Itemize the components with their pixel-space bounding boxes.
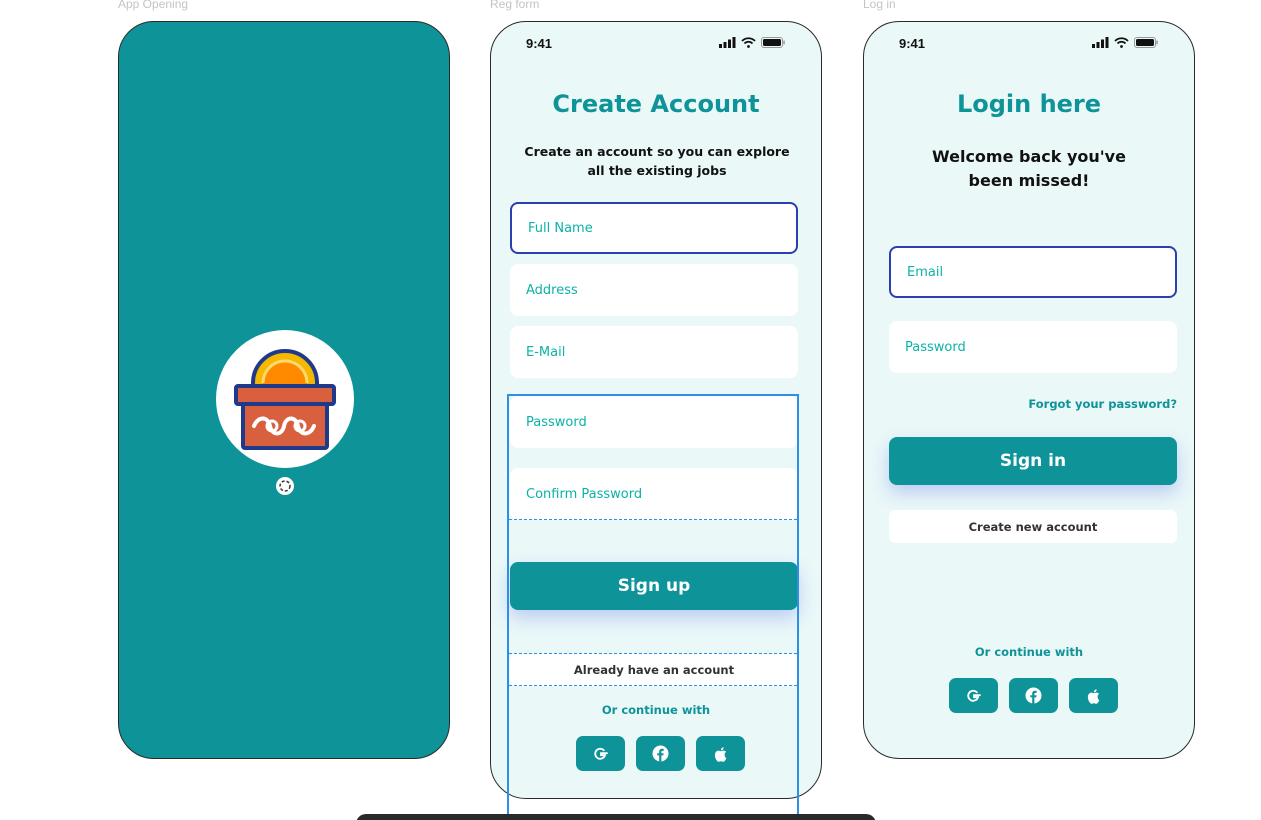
apple-button[interactable] (696, 736, 745, 771)
bottom-toolbar[interactable] (356, 814, 876, 820)
create-account-button[interactable]: Create new account (889, 510, 1177, 543)
battery-icon (761, 37, 785, 48)
apple-icon (1087, 688, 1100, 704)
facebook-icon (1025, 687, 1042, 704)
signal-icon (1092, 37, 1109, 48)
guide-line (509, 685, 797, 686)
battery-icon (1134, 37, 1158, 48)
loading-icon (276, 477, 294, 495)
frame-label-splash: App Opening (118, 0, 189, 11)
password-field[interactable]: Password (510, 396, 798, 448)
continue-with-label: Or continue with (601, 703, 711, 717)
design-canvas: App Opening Reg form Log in 9:41 Create … (0, 0, 1261, 820)
apple-icon (714, 746, 727, 762)
signal-icon (719, 37, 736, 48)
social-login-row (576, 736, 745, 771)
status-time: 9:41 (899, 36, 926, 51)
google-button[interactable] (949, 678, 998, 713)
guide-line (509, 519, 797, 520)
forgot-password-link[interactable]: Forgot your password? (1028, 397, 1177, 411)
address-field[interactable]: Address (510, 264, 798, 316)
status-time: 9:41 (526, 36, 553, 51)
sign-in-button[interactable]: Sign in (889, 437, 1177, 485)
google-button[interactable] (576, 736, 625, 771)
google-icon (966, 689, 981, 702)
login-screen: 9:41 Login here Welcome back you've been… (863, 21, 1195, 759)
google-icon (593, 747, 608, 760)
facebook-button[interactable] (1009, 678, 1058, 713)
app-logo (216, 330, 354, 468)
facebook-button[interactable] (636, 736, 685, 771)
confirm-password-field[interactable]: Confirm Password (510, 468, 798, 520)
register-screen: 9:41 Create Account Create an account so… (490, 21, 822, 799)
status-bar: 9:41 (491, 36, 821, 54)
continue-with-label: Or continue with (974, 645, 1084, 659)
frame-label-reg: Reg form (490, 0, 540, 11)
already-have-account-button[interactable]: Already have an account (510, 654, 798, 686)
email-field[interactable]: Email (889, 246, 1177, 298)
status-bar: 9:41 (864, 36, 1194, 54)
frame-label-login: Log in (863, 0, 896, 11)
wifi-icon (741, 37, 756, 48)
guide-line (509, 653, 797, 654)
page-subtitle: Create an account so you can explore all… (524, 144, 790, 178)
apple-button[interactable] (1069, 678, 1118, 713)
page-title: Login here (956, 90, 1102, 118)
splash-screen (118, 21, 450, 759)
full-name-field[interactable]: Full Name (510, 202, 798, 254)
facebook-icon (652, 745, 669, 762)
wifi-icon (1114, 37, 1129, 48)
donation-box-icon (234, 349, 336, 450)
email-field[interactable]: E-Mail (510, 326, 798, 378)
password-field[interactable]: Password (889, 321, 1177, 373)
page-title: Create Account (552, 90, 760, 118)
sign-up-button[interactable]: Sign up (510, 562, 798, 610)
social-login-row (949, 678, 1118, 713)
page-subtitle: Welcome back you've been missed! (932, 147, 1126, 190)
